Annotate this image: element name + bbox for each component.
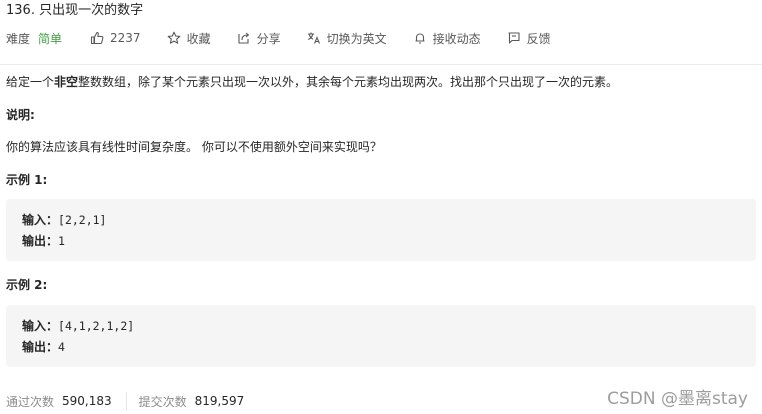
description-bold: 非空 [54,75,79,89]
switch-language-label: 切换为英文 [326,31,387,46]
accepted-label: 通过次数 [6,394,55,409]
example-2-input-label: 输入： [22,319,59,333]
difficulty: 难度 简单 [6,30,62,47]
description-part2: 整数数组，除了某个元素只出现一次以外，其余每个元素均出现两次。找出那个只出现了一… [78,75,619,89]
note-title: 说明: [6,108,35,122]
problem-title: 136. 只出现一次的数字 [6,3,144,18]
example-1-input-label: 输入： [22,213,59,227]
example-1-input-value: [2,2,1] [58,213,107,227]
feedback-label: 反馈 [526,31,551,46]
description-part1: 给定一个 [6,75,55,89]
feedback-icon [507,31,521,45]
share-icon [237,31,251,45]
favorite-button[interactable]: 收藏 [167,30,211,47]
stats-separator [125,392,127,410]
like-count: 2237 [110,31,141,45]
translate-icon [307,31,321,45]
notify-label: 接收动态 [432,31,481,46]
example-2-output: 输出：4 [22,338,65,355]
share-label: 分享 [256,31,281,46]
example-2-output-label: 输出： [22,340,59,354]
example-1-input: 输入：[2,2,1] [22,211,106,228]
accepted-value: 590,183 [62,394,112,408]
feedback-button[interactable]: 反馈 [507,30,551,47]
problem-toolbar: 难度 简单 2237 收藏 分享 切换为英文 接收动态 反馈 [6,29,551,47]
example-2-input-value: [4,1,2,1,2] [58,319,135,333]
submissions-label: 提交次数 [138,394,187,409]
example-1-title: 示例 1: [6,173,48,187]
difficulty-value: 简单 [38,31,63,46]
notify-button[interactable]: 接收动态 [413,30,481,47]
submissions-value: 819,597 [194,394,245,408]
submission-stats: 通过次数 590,183 提交次数 819,597 [6,392,244,410]
problem-description: 给定一个非空整数数组，除了某个元素只出现一次以外，其余每个元素均出现两次。找出那… [6,74,618,90]
example-2-title: 示例 2: [6,278,48,292]
bell-icon [413,31,427,45]
example-1-output-label: 输出： [22,234,59,248]
favorite-label: 收藏 [186,31,211,46]
star-icon [167,31,181,45]
thumbs-up-icon [90,31,104,45]
header-divider [0,64,762,65]
example-2-code: 输入：[4,1,2,1,2] 输出：4 [6,305,756,367]
like-button[interactable]: 2237 [90,31,141,45]
example-2-input: 输入：[4,1,2,1,2] [22,317,134,334]
share-button[interactable]: 分享 [237,30,281,47]
example-1-output: 输出：1 [22,232,65,249]
example-1-code: 输入：[2,2,1] 输出：1 [6,199,756,261]
difficulty-label: 难度 [6,31,31,46]
note-text: 你的算法应该具有线性时间复杂度。 你可以不使用额外空间来实现吗？ [6,140,382,154]
example-2-output-value: 4 [58,340,65,354]
watermark: CSDN @墨离stay [607,389,748,409]
example-1-output-value: 1 [58,234,65,248]
switch-language-button[interactable]: 切换为英文 [307,30,387,47]
